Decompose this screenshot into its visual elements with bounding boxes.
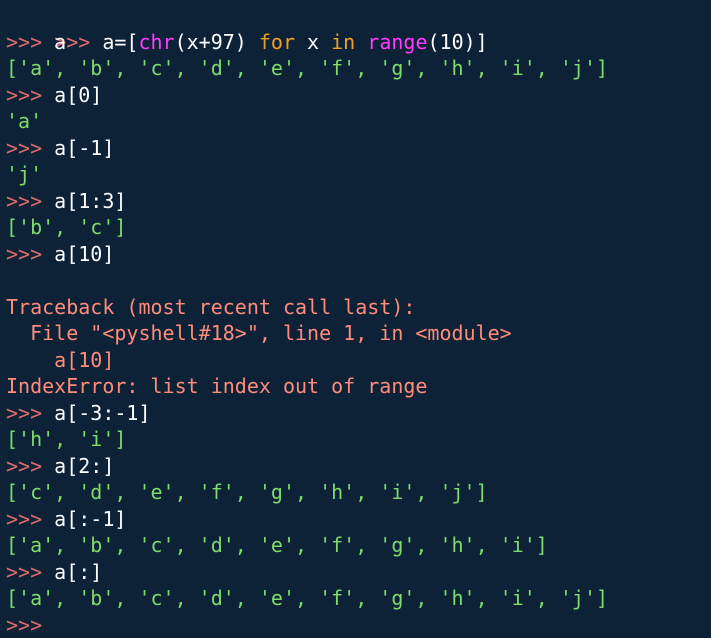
input-code: a=[ — [90, 30, 138, 54]
shell-output-line: ['a', 'b', 'c', 'd', 'e', 'f', 'g', 'h',… — [6, 55, 711, 82]
input-code: a[-3:-1] — [42, 401, 150, 425]
shell-prompt: >>> — [6, 454, 42, 478]
python-shell-console[interactable]: >>> a=[chr(x+97) for x in range(10)] >>>… — [0, 0, 711, 636]
shell-prompt: >>> — [6, 242, 42, 266]
shell-prompt: >>> — [6, 136, 42, 160]
shell-prompt: >>> — [6, 30, 42, 54]
shell-prompt: >>> — [6, 401, 42, 425]
shell-current-prompt[interactable]: >>> — [6, 612, 711, 638]
shell-output-line: ['a', 'b', 'c', 'd', 'e', 'f', 'g', 'h',… — [6, 532, 711, 559]
input-code: (x+97) — [175, 30, 259, 54]
builtin-keyword: chr — [138, 30, 174, 54]
shell-output-line: ['b', 'c'] — [6, 214, 711, 241]
shell-output-line: ['a', 'b', 'c', 'd', 'e', 'f', 'g', 'h',… — [6, 585, 711, 612]
traceback-line: File "<pyshell#18>", line 1, in <module> — [6, 320, 711, 347]
input-code: a[:-1] — [42, 507, 126, 531]
shell-input-line: >>> a[0] — [6, 82, 711, 109]
shell-prompt: >>> — [6, 560, 42, 584]
shell-input-line: >>> a[-3:-1] — [6, 400, 711, 427]
shell-output-line: ['h', 'i'] — [6, 426, 711, 453]
shell-input-line: >>> a[2:] — [6, 453, 711, 480]
error-message-line: IndexError: list index out of range — [6, 373, 711, 400]
input-code: (10)] — [428, 30, 488, 54]
for-keyword: for — [259, 30, 295, 54]
shell-input-line: >>> a=[chr(x+97) for x in range(10)] — [6, 2, 711, 29]
input-code: a — [42, 30, 66, 54]
input-code: a[:] — [42, 560, 102, 584]
input-code — [355, 30, 367, 54]
shell-output-line: 'a' — [6, 108, 711, 135]
shell-input-line: >>> a[1:3] — [6, 188, 711, 215]
traceback-line: a[10] — [6, 347, 711, 374]
shell-prompt: >>> — [6, 189, 42, 213]
shell-input-line: >>> a[-1] — [6, 135, 711, 162]
shell-blank-line — [6, 267, 711, 294]
shell-prompt: >>> — [6, 613, 42, 637]
input-code: a[2:] — [42, 454, 114, 478]
traceback-line: Traceback (most recent call last): — [6, 294, 711, 321]
shell-input-line: >>> a[:-1] — [6, 506, 711, 533]
input-code: a[1:3] — [42, 189, 126, 213]
in-keyword: in — [331, 30, 355, 54]
shell-output-line: 'j' — [6, 161, 711, 188]
input-code: a[0] — [42, 83, 102, 107]
shell-prompt: >>> — [6, 507, 42, 531]
shell-output-line: ['c', 'd', 'e', 'f', 'g', 'h', 'i', 'j'] — [6, 479, 711, 506]
builtin-keyword: range — [367, 30, 427, 54]
input-code: a[10] — [42, 242, 114, 266]
shell-input-line: >>> a[10] — [6, 241, 711, 268]
input-code: a[-1] — [42, 136, 114, 160]
shell-prompt: >>> — [6, 83, 42, 107]
input-code: x — [295, 30, 331, 54]
shell-input-line: >>> a[:] — [6, 559, 711, 586]
